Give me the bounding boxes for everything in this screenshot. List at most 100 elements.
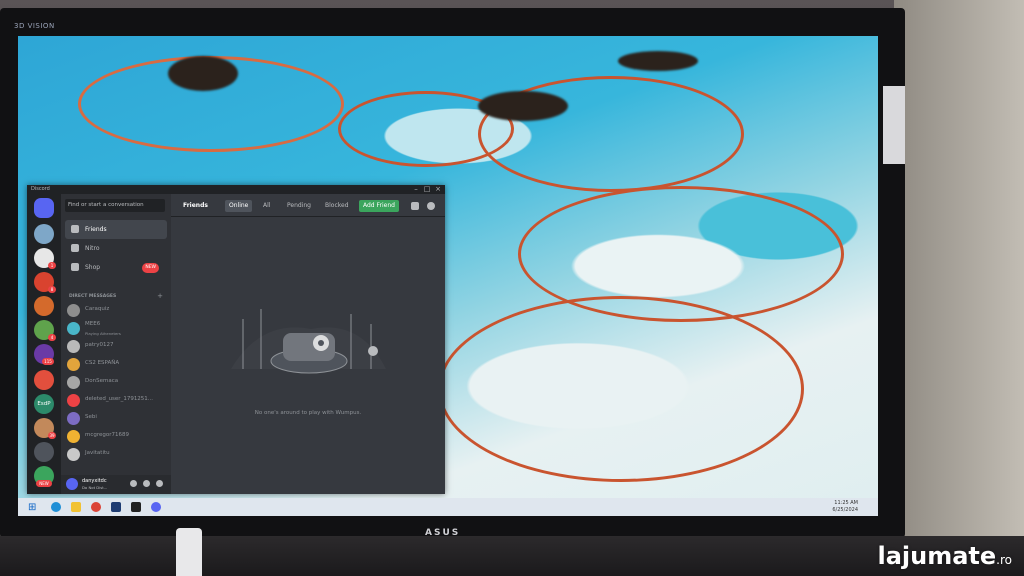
dm-name: patry0127 [85,342,114,348]
dm-item[interactable]: deleted_user_1791251... [67,392,167,409]
wallpaper-terrace [438,296,804,482]
avatar [67,376,80,389]
friends-icon [71,225,79,233]
home-button[interactable] [34,198,54,218]
maximize-icon[interactable]: □ [422,185,432,193]
watermark-brand: lajumate [877,542,997,570]
watermark: lajumate.ro [877,542,1012,570]
username: danyxitdc [82,478,107,484]
monitor: 3D VISION ASUS Discord – □ × 1 8 4 115 E… [0,8,905,538]
avatar[interactable] [66,478,78,490]
dm-name: MEE6 [85,321,101,327]
bottle [176,528,202,576]
microphone-icon[interactable] [130,480,137,487]
dm-header: DIRECT MESSAGES [69,294,117,299]
close-icon[interactable]: × [433,185,443,193]
window-title: Discord [31,186,50,192]
dm-item[interactable]: MEE6 Playing Atheneters [67,320,167,337]
nav-label: Friends [85,226,107,233]
taskbar: ⊞ 11:25 AM 6/25/2024 [18,498,878,516]
friends-topbar: Friends Online All Pending Blocked Add F… [171,194,445,217]
server-icon[interactable] [34,224,54,244]
avatar [67,358,80,371]
friends-title: Friends [183,202,208,209]
monitor-label: 3D VISION [14,22,55,30]
tab-all[interactable]: All [259,200,274,212]
server-icon[interactable] [34,442,54,462]
server-list: 1 8 4 115 EsdP 39 NEW [27,194,61,494]
dm-name: Sebi [85,414,97,420]
gear-icon[interactable] [156,480,163,487]
wall [894,0,1024,576]
dm-item[interactable]: CS2 ESPAÑA [67,356,167,373]
dm-name: CS2 ESPAÑA [85,360,120,366]
edge-icon[interactable] [51,502,62,512]
help-icon[interactable] [427,202,435,210]
minimize-icon[interactable]: – [411,185,421,193]
avatar [67,340,80,353]
shop-icon [71,263,79,271]
dm-item[interactable]: patry0127 [67,338,167,355]
shield-icon[interactable] [111,502,122,512]
tab-blocked[interactable]: Blocked [321,200,353,212]
dm-name: Javitatitu [85,450,110,456]
clock-date: 6/25/2024 [832,507,858,513]
taskbar-clock: 11:25 AM 6/25/2024 [832,500,858,514]
chrome-icon[interactable] [91,502,102,512]
friends-panel: Friends Online All Pending Blocked Add F… [171,194,445,494]
create-dm-button[interactable]: + [157,292,163,300]
nitro-icon [71,244,79,252]
wallpaper-tree [478,91,568,121]
server-icon[interactable] [34,296,54,316]
inbox-icon[interactable] [411,202,419,210]
dm-name: DonSemaca [85,378,119,384]
discord-window: Discord – □ × 1 8 4 115 EsdP 39 NEW Find… [27,185,445,494]
watermark-tld: .ro [996,553,1012,567]
nav-shop[interactable]: Shop NEW [65,258,167,277]
user-panel: danyxitdc Do Not Dist... [61,475,171,494]
avatar [67,322,80,335]
avatar [67,448,80,461]
dm-status: Playing Atheneters [85,331,121,336]
dm-item[interactable]: Javitatitu [67,446,167,463]
notification-badge: 39 [48,432,56,439]
avatar [67,412,80,425]
dm-name: Caraquiz [85,306,110,312]
wumpus-illustration [231,309,386,374]
nav-label: Nitro [85,245,100,252]
avatar [67,304,80,317]
desktop-screen: Discord – □ × 1 8 4 115 EsdP 39 NEW Find… [18,36,878,516]
clock-time: 11:25 AM [834,500,858,506]
dm-item[interactable]: DonSemaca [67,374,167,391]
add-friend-button[interactable]: Add Friend [359,200,399,212]
discord-taskbar-icon[interactable] [151,502,162,512]
new-badge: NEW [36,480,52,487]
notification-badge: 8 [48,286,56,293]
nav-nitro[interactable]: Nitro [65,239,167,258]
search-input[interactable]: Find or start a conversation [65,199,165,212]
notification-badge: 1 [48,262,56,269]
dm-name: mcgregor71689 [85,432,130,438]
notification-badge: 115 [42,358,54,365]
tab-online[interactable]: Online [225,200,253,212]
wallpaper-tree [618,51,698,71]
dm-name: deleted_user_1791251... [85,396,154,402]
headphones-icon[interactable] [143,480,150,487]
channel-sidebar: Find or start a conversation Friends Nit… [61,194,171,494]
dm-item[interactable]: Sebi [67,410,167,427]
dm-item[interactable]: Caraquiz [67,302,167,319]
wallpaper-tree [168,56,238,91]
title-bar: Discord – □ × [27,185,445,194]
file-explorer-icon[interactable] [71,502,82,512]
avatar [67,394,80,407]
tab-pending[interactable]: Pending [283,200,315,212]
windows-start-icon[interactable]: ⊞ [28,502,36,513]
nav-friends[interactable]: Friends [65,220,167,239]
server-icon[interactable] [34,370,54,390]
dm-item[interactable]: mcgregor71689 [67,428,167,445]
nav-label: Shop [85,264,101,271]
app-icon[interactable] [131,502,142,512]
server-icon[interactable]: EsdP [34,394,54,414]
monitor-sticker [883,86,905,164]
notification-badge: 4 [48,334,56,341]
